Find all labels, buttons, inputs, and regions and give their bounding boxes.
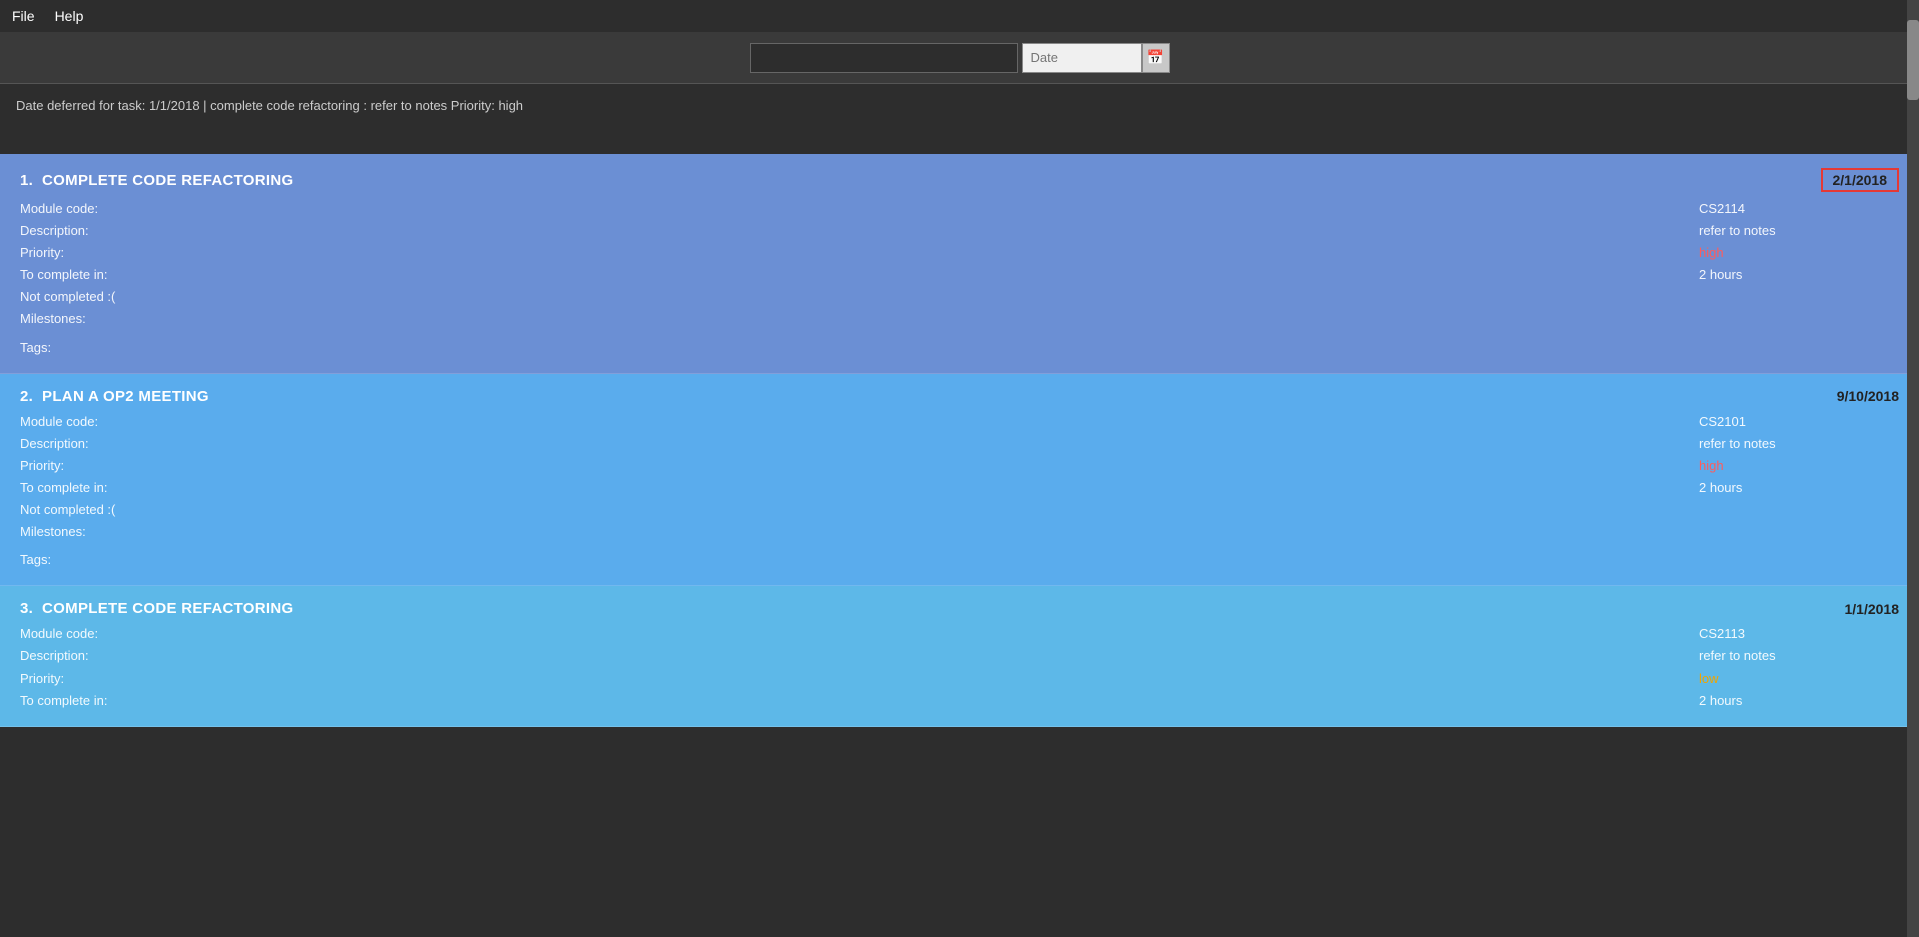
description-val-2: refer to notes	[1699, 433, 1899, 455]
description-label-1: Description:	[20, 220, 1699, 242]
tags-label-1: Tags:	[20, 337, 1699, 359]
task-card-2[interactable]: 2. PLAN A OP2 MEETING 9/10/2018 Module c…	[0, 374, 1919, 587]
task-card-1[interactable]: 1. COMPLETE CODE REFACTORING 2/1/2018 Mo…	[0, 154, 1919, 374]
task-header-3: 3. COMPLETE CODE REFACTORING 1/1/2018	[20, 600, 1899, 617]
priority-val-3: low	[1699, 668, 1899, 690]
task-body-1: Module code: Description: Priority: To c…	[20, 198, 1899, 359]
module-code-val-2: CS2101	[1699, 411, 1899, 433]
milestones-label-2: Milestones:	[20, 521, 1699, 543]
to-complete-val-3: 2 hours	[1699, 690, 1899, 712]
module-code-val-1: CS2114	[1699, 198, 1899, 220]
task-right-1: CS2114 refer to notes high 2 hours	[1699, 198, 1899, 359]
search-input[interactable]	[750, 43, 1018, 73]
search-wrapper: 📅	[750, 43, 1170, 73]
module-code-label-2: Module code:	[20, 411, 1699, 433]
task-card-3[interactable]: 3. COMPLETE CODE REFACTORING 1/1/2018 Mo…	[0, 586, 1919, 726]
priority-label-2: Priority:	[20, 455, 1699, 477]
tags-label-2: Tags:	[20, 549, 1699, 571]
calendar-icon: 📅	[1147, 49, 1164, 66]
task-left-1: Module code: Description: Priority: To c…	[20, 198, 1699, 359]
task-list: 1. COMPLETE CODE REFACTORING 2/1/2018 Mo…	[0, 154, 1919, 727]
to-complete-val-2: 2 hours	[1699, 477, 1899, 499]
scrollbar-track[interactable]	[1907, 0, 1919, 937]
date-picker-button[interactable]: 📅	[1142, 43, 1170, 73]
task-left-2: Module code: Description: Priority: To c…	[20, 411, 1699, 572]
task-title-2: 2. PLAN A OP2 MEETING	[20, 388, 209, 405]
task-right-3: CS2113 refer to notes low 2 hours	[1699, 623, 1899, 711]
module-code-val-3: CS2113	[1699, 623, 1899, 645]
task-title-1: 1. COMPLETE CODE REFACTORING	[20, 172, 293, 189]
menu-help[interactable]: Help	[55, 8, 84, 24]
description-val-3: refer to notes	[1699, 645, 1899, 667]
not-completed-label-2: Not completed :(	[20, 499, 1699, 521]
to-complete-val-1: 2 hours	[1699, 264, 1899, 286]
task-right-2: CS2101 refer to notes high 2 hours	[1699, 411, 1899, 572]
info-bar: Date deferred for task: 1/1/2018 | compl…	[0, 84, 1919, 154]
task-header-1: 1. COMPLETE CODE REFACTORING 2/1/2018	[20, 168, 1899, 192]
task-date-3: 1/1/2018	[1845, 601, 1900, 617]
description-val-1: refer to notes	[1699, 220, 1899, 242]
milestones-label-1: Milestones:	[20, 308, 1699, 330]
task-body-2: Module code: Description: Priority: To c…	[20, 411, 1899, 572]
menu-file[interactable]: File	[12, 8, 35, 24]
priority-label-3: Priority:	[20, 668, 1699, 690]
priority-val-2: high	[1699, 455, 1899, 477]
task-header-2: 2. PLAN A OP2 MEETING 9/10/2018	[20, 388, 1899, 405]
task-title-3: 3. COMPLETE CODE REFACTORING	[20, 600, 293, 617]
task-date-1: 2/1/2018	[1821, 168, 1900, 192]
to-complete-label-3: To complete in:	[20, 690, 1699, 712]
search-bar: 📅	[0, 32, 1919, 84]
task-date-2: 9/10/2018	[1837, 388, 1899, 404]
description-label-3: Description:	[20, 645, 1699, 667]
module-code-label-1: Module code:	[20, 198, 1699, 220]
info-text: Date deferred for task: 1/1/2018 | compl…	[16, 98, 523, 113]
task-left-3: Module code: Description: Priority: To c…	[20, 623, 1699, 711]
menu-bar: File Help	[0, 0, 1919, 32]
priority-label-1: Priority:	[20, 242, 1699, 264]
scrollbar-thumb[interactable]	[1907, 20, 1919, 100]
to-complete-label-2: To complete in:	[20, 477, 1699, 499]
date-input-wrapper: 📅	[1022, 43, 1170, 73]
task-body-3: Module code: Description: Priority: To c…	[20, 623, 1899, 711]
not-completed-label-1: Not completed :(	[20, 286, 1699, 308]
module-code-label-3: Module code:	[20, 623, 1699, 645]
description-label-2: Description:	[20, 433, 1699, 455]
date-input[interactable]	[1022, 43, 1142, 73]
to-complete-label-1: To complete in:	[20, 264, 1699, 286]
priority-val-1: high	[1699, 242, 1899, 264]
